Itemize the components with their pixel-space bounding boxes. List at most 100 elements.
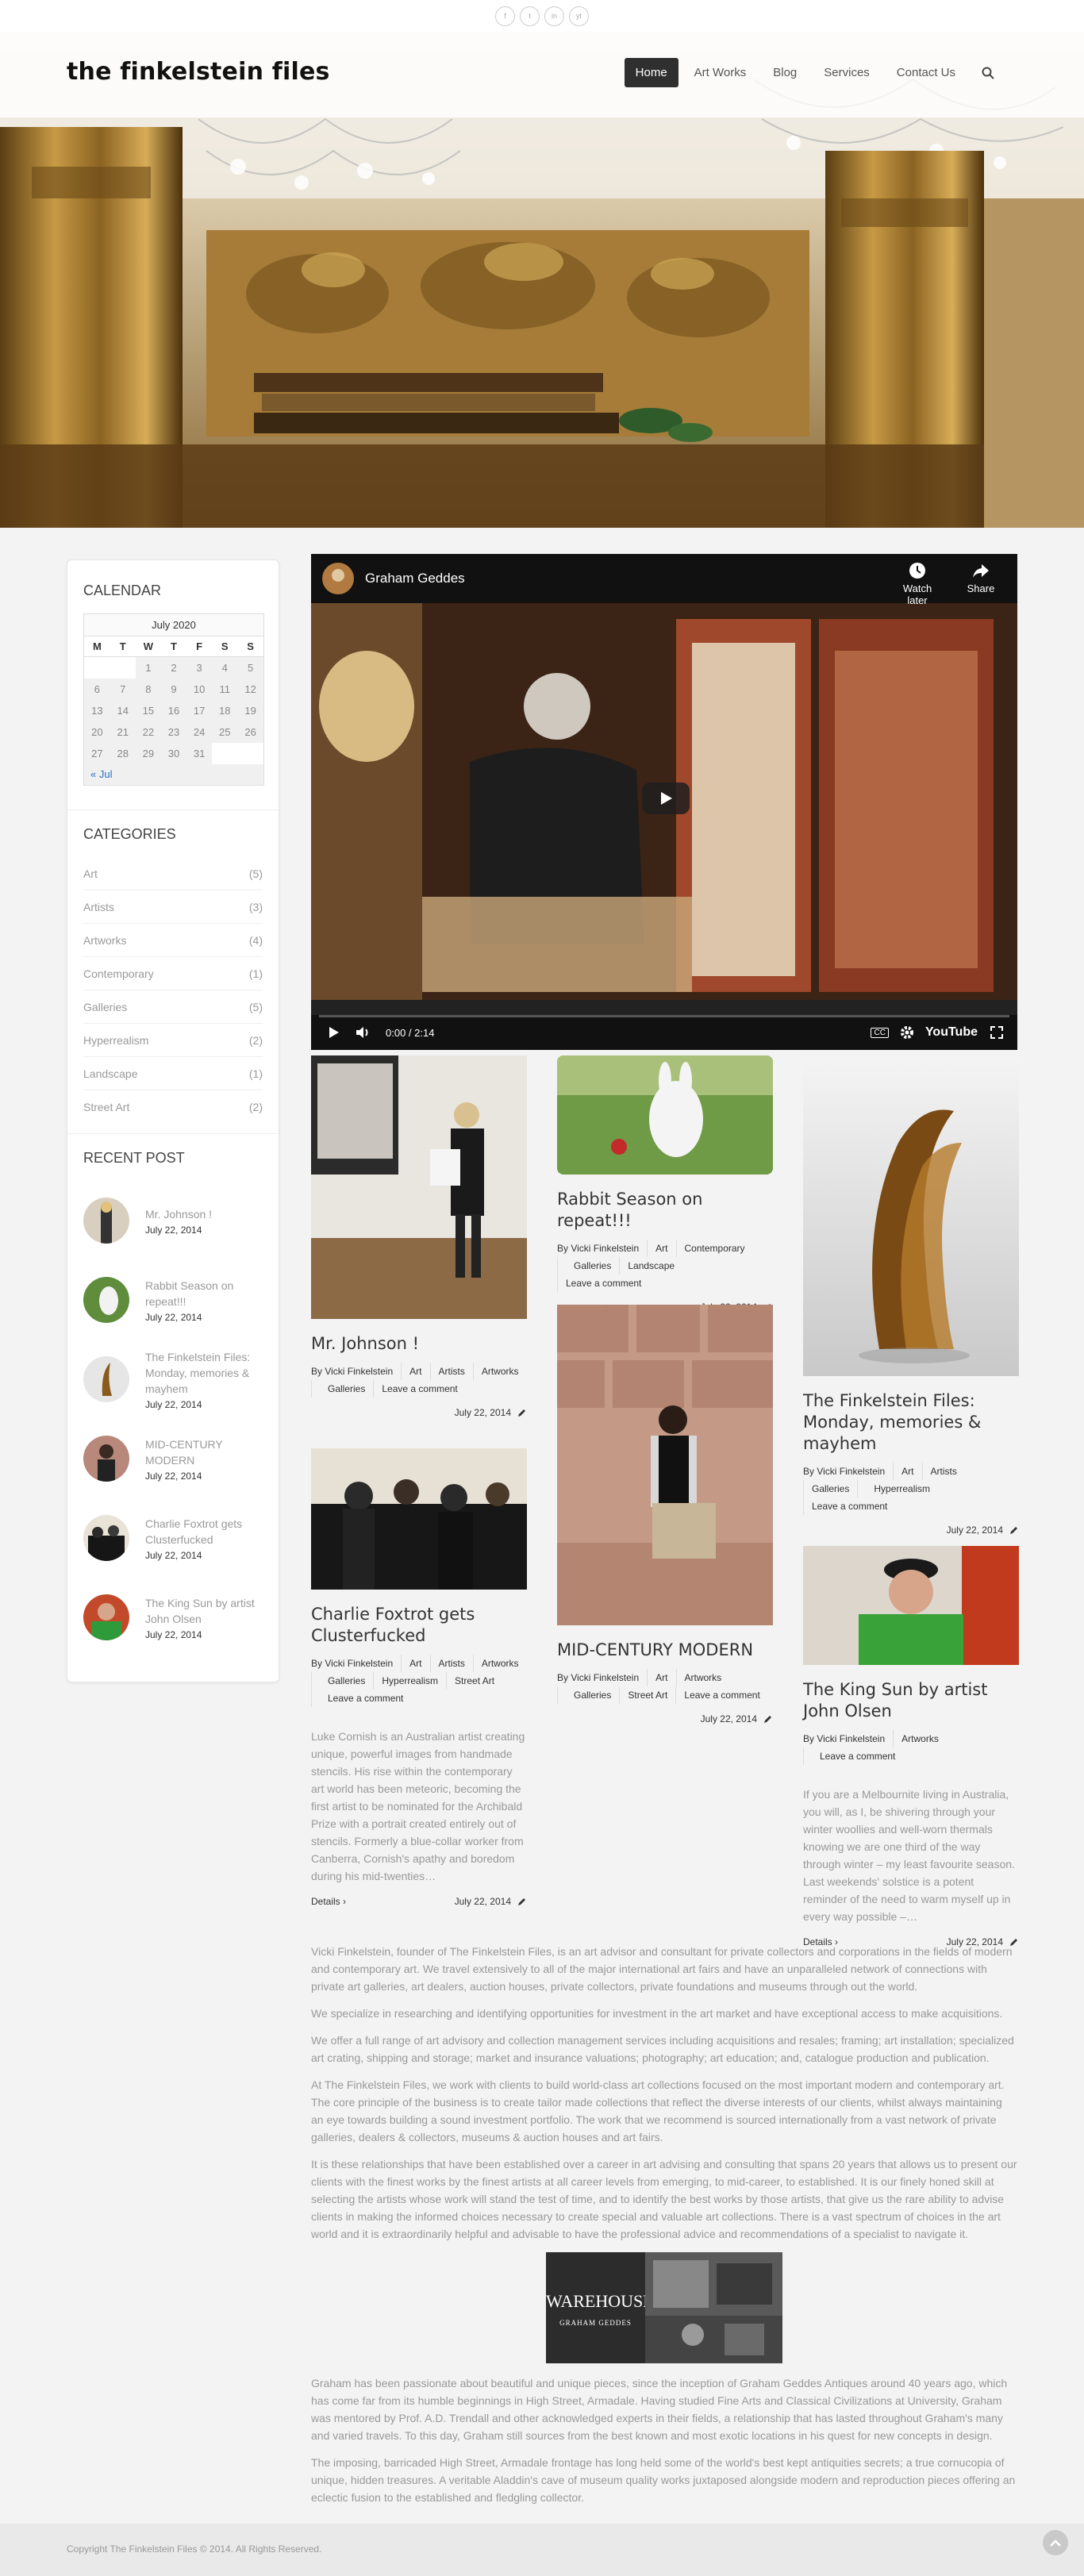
post-author[interactable]: By Vicki Finkelstein bbox=[557, 1240, 647, 1257]
post-tag[interactable]: Street Art bbox=[446, 1672, 502, 1690]
category-item[interactable]: Landscape (1) bbox=[83, 1057, 263, 1090]
post-image[interactable] bbox=[803, 1546, 1019, 1665]
post-image[interactable] bbox=[311, 1448, 527, 1590]
play-overlay-button[interactable] bbox=[642, 782, 690, 814]
fullscreen-icon[interactable] bbox=[990, 1026, 1003, 1039]
calendar-day: 16 bbox=[160, 699, 187, 721]
category-item[interactable]: Galleries (5) bbox=[83, 990, 263, 1024]
nav-blog[interactable]: Blog bbox=[762, 58, 808, 87]
play-icon[interactable] bbox=[329, 1026, 340, 1039]
recent-post-item[interactable]: Rabbit Season on repeat!!! July 22, 2014 bbox=[83, 1260, 263, 1340]
post-tag[interactable]: Galleries bbox=[557, 1257, 619, 1275]
post-tag[interactable]: Galleries bbox=[311, 1672, 373, 1690]
post-author[interactable]: By Vicki Finkelstein bbox=[557, 1669, 647, 1686]
post-tag[interactable]: Art bbox=[893, 1463, 921, 1480]
category-name: Galleries bbox=[83, 1000, 128, 1013]
category-count: (5) bbox=[248, 1000, 263, 1013]
post-tag[interactable]: Contemporary bbox=[675, 1240, 753, 1257]
recent-post-item[interactable]: Charlie Foxtrot gets Clusterfucked July 2… bbox=[83, 1498, 263, 1578]
nav-services[interactable]: Services bbox=[813, 58, 881, 87]
recent-post-link[interactable]: Mr. Johnson ! bbox=[145, 1206, 212, 1222]
calendar-day: 11 bbox=[212, 678, 238, 700]
watch-later-button[interactable]: Watch later bbox=[894, 562, 941, 606]
recent-post-item[interactable]: MID-CENTURY MODERN July 22, 2014 bbox=[83, 1419, 263, 1498]
post-tag[interactable]: Artworks bbox=[893, 1730, 947, 1747]
linkedin-icon[interactable]: in bbox=[544, 6, 564, 26]
channel-name[interactable]: Graham Geddes bbox=[365, 571, 465, 586]
recent-post-link[interactable]: The King Sun by artist John Olsen bbox=[145, 1595, 263, 1627]
post-author[interactable]: By Vicki Finkelstein bbox=[311, 1363, 401, 1380]
post-tag[interactable]: Art bbox=[647, 1240, 675, 1257]
category-item[interactable]: Contemporary (1) bbox=[83, 957, 263, 990]
leave-comment-link[interactable]: Leave a comment bbox=[373, 1380, 465, 1398]
post-tag[interactable]: Artworks bbox=[472, 1655, 527, 1672]
recent-post-item[interactable]: Mr. Johnson ! July 22, 2014 bbox=[83, 1181, 263, 1260]
post-tag[interactable]: Galleries bbox=[803, 1480, 857, 1498]
captions-button[interactable]: CC bbox=[871, 1027, 889, 1038]
post-tag[interactable]: Art bbox=[401, 1363, 429, 1380]
post-title[interactable]: Charlie Foxtrot gets Clusterfucked bbox=[311, 1604, 527, 1647]
video-player[interactable]: Graham Geddes Watch later Share 0:00 / 2… bbox=[311, 554, 1017, 1050]
leave-comment-link[interactable]: Leave a comment bbox=[803, 1747, 903, 1765]
youtube-icon[interactable]: yt bbox=[569, 6, 589, 26]
post-tag[interactable]: Hyperrealism bbox=[373, 1672, 446, 1690]
post-image[interactable] bbox=[311, 1055, 527, 1319]
post-title[interactable]: Mr. Johnson ! bbox=[311, 1333, 527, 1355]
post-tag[interactable]: Artworks bbox=[675, 1669, 730, 1686]
post-tag[interactable]: Street Art bbox=[619, 1686, 675, 1704]
video-progress-bar[interactable] bbox=[319, 1015, 1009, 1017]
post-author[interactable]: By Vicki Finkelstein bbox=[311, 1655, 401, 1672]
youtube-logo[interactable]: YouTube bbox=[925, 1025, 978, 1040]
recent-post-item[interactable]: The King Sun by artist John Olsen July 22… bbox=[83, 1578, 263, 1657]
nav-contact-us[interactable]: Contact Us bbox=[886, 58, 967, 87]
recent-post-link[interactable]: Charlie Foxtrot gets Clusterfucked bbox=[145, 1516, 263, 1548]
post-title[interactable]: MID-CENTURY MODERN bbox=[557, 1640, 773, 1661]
post-tag[interactable]: Art bbox=[647, 1669, 675, 1686]
post-image[interactable] bbox=[557, 1305, 773, 1625]
twitter-icon[interactable]: t bbox=[520, 6, 540, 26]
recent-post-date: July 22, 2014 bbox=[145, 1398, 202, 1410]
search-icon[interactable] bbox=[974, 60, 1001, 87]
post-title[interactable]: The King Sun by artist John Olsen bbox=[803, 1679, 1019, 1722]
leave-comment-link[interactable]: Leave a comment bbox=[311, 1690, 411, 1707]
category-item[interactable]: Artists (3) bbox=[83, 890, 263, 924]
recent-post-item[interactable]: The Finkelstein Files: Monday, memories … bbox=[83, 1340, 263, 1419]
post-tag[interactable]: Galleries bbox=[311, 1380, 373, 1398]
channel-avatar[interactable] bbox=[322, 563, 354, 594]
post-title[interactable]: The Finkelstein Files: Monday, memories … bbox=[803, 1390, 1019, 1455]
category-item[interactable]: Street Art (2) bbox=[83, 1090, 263, 1124]
post-tag[interactable]: Art bbox=[401, 1655, 429, 1672]
back-to-top-button[interactable] bbox=[1043, 2530, 1068, 2555]
post-tag[interactable]: Galleries bbox=[557, 1686, 619, 1704]
leave-comment-link[interactable]: Leave a comment bbox=[557, 1275, 649, 1292]
leave-comment-link[interactable]: Leave a comment bbox=[675, 1686, 767, 1704]
post-image[interactable] bbox=[557, 1055, 773, 1175]
recent-post-link[interactable]: Rabbit Season on repeat!!! bbox=[145, 1278, 263, 1309]
post-tag[interactable]: Hyperrealism bbox=[857, 1480, 938, 1498]
category-item[interactable]: Hyperrealism (2) bbox=[83, 1024, 263, 1057]
leave-comment-link[interactable]: Leave a comment bbox=[803, 1498, 895, 1515]
post-tag[interactable]: Landscape bbox=[619, 1257, 682, 1275]
settings-gear-icon[interactable] bbox=[900, 1025, 914, 1040]
post-title[interactable]: Rabbit Season on repeat!!! bbox=[557, 1189, 773, 1232]
category-item[interactable]: Artworks (4) bbox=[83, 924, 263, 957]
facebook-icon[interactable]: f bbox=[495, 6, 515, 26]
post-image[interactable] bbox=[803, 1055, 1019, 1376]
details-link[interactable]: Details › bbox=[311, 1896, 346, 1907]
calendar-day: 6 bbox=[83, 678, 110, 700]
post-tag[interactable]: Artists bbox=[429, 1363, 473, 1380]
post-author[interactable]: By Vicki Finkelstein bbox=[803, 1463, 893, 1480]
share-button[interactable]: Share bbox=[957, 562, 1005, 594]
nav-art-works[interactable]: Art Works bbox=[683, 58, 758, 87]
recent-post-link[interactable]: MID-CENTURY MODERN bbox=[145, 1436, 263, 1468]
category-item[interactable]: Art (5) bbox=[83, 857, 263, 890]
calendar-prev-link[interactable]: « Jul bbox=[83, 763, 264, 786]
nav-home[interactable]: Home bbox=[624, 58, 678, 87]
site-logo[interactable]: the finkelstein files bbox=[67, 58, 330, 86]
recent-post-link[interactable]: The Finkelstein Files: Monday, memories … bbox=[145, 1349, 263, 1397]
volume-icon[interactable] bbox=[356, 1026, 371, 1039]
post-author[interactable]: By Vicki Finkelstein bbox=[803, 1730, 893, 1747]
post-tag[interactable]: Artists bbox=[921, 1463, 965, 1480]
post-tag[interactable]: Artworks bbox=[472, 1363, 527, 1380]
post-tag[interactable]: Artists bbox=[429, 1655, 473, 1672]
